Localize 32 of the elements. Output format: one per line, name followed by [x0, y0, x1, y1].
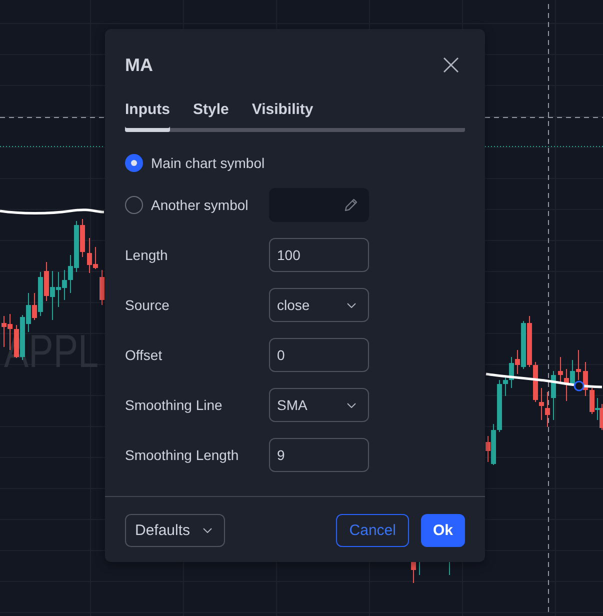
cancel-button[interactable]: Cancel [336, 514, 409, 547]
tab[interactable]: Visibility [252, 101, 314, 132]
field-label: Length [125, 246, 169, 264]
radio-button[interactable] [125, 154, 143, 172]
select-dropdown[interactable]: SMA [269, 388, 369, 422]
field-label: Smoothing Line [125, 396, 224, 414]
close-icon [443, 57, 459, 73]
tab[interactable]: Inputs [125, 101, 170, 132]
number-input[interactable]: 100 [269, 238, 369, 272]
candlestick [449, 562, 450, 576]
tab[interactable]: Style [193, 101, 229, 132]
candlestick [100, 270, 104, 306]
field-label: Smoothing Length [125, 446, 240, 464]
pencil-icon [344, 198, 358, 212]
chevron-down-icon [347, 402, 356, 408]
select-dropdown[interactable]: close [269, 288, 369, 322]
defaults-dropdown-button[interactable]: Defaults [125, 514, 225, 547]
chevron-down-icon [203, 528, 212, 533]
field-label: Offset [125, 346, 164, 364]
dialog-title: MA [125, 54, 153, 76]
candlestick [411, 562, 416, 584]
candlestick [419, 562, 420, 576]
chevron-down-icon [347, 302, 356, 308]
candlestick [583, 362, 588, 396]
option-label[interactable]: Main chart symbol [151, 154, 265, 172]
option-label[interactable]: Another symbol [151, 196, 248, 214]
ok-button[interactable]: Ok [420, 514, 465, 547]
ring-marker-icon [574, 380, 584, 392]
field-label: Source [125, 296, 170, 314]
radio-button[interactable] [125, 196, 143, 214]
number-input[interactable]: 0 [269, 338, 369, 372]
number-input[interactable]: 9 [269, 438, 369, 472]
